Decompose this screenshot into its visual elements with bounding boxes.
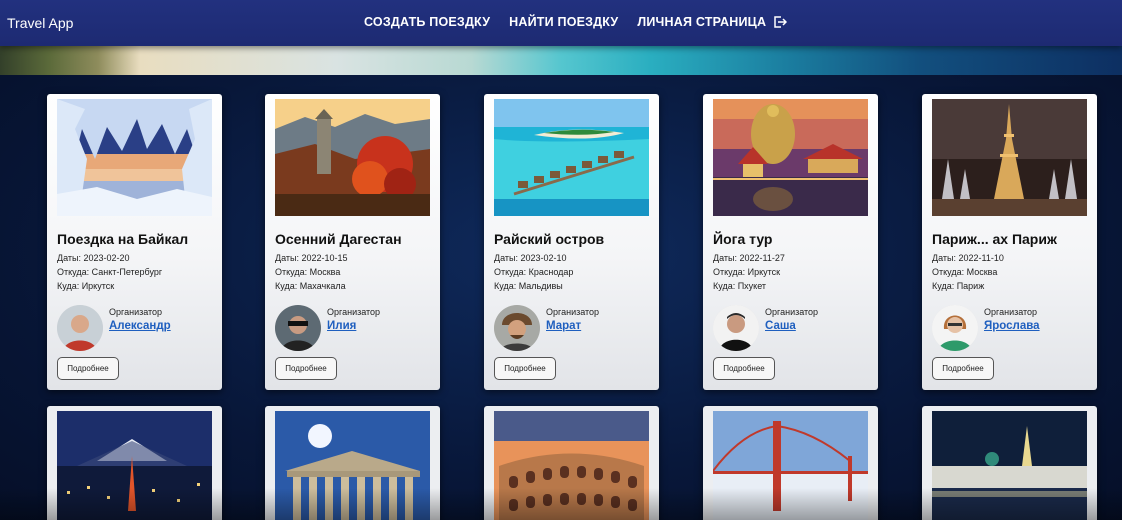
- trip-image-kazan[interactable]: [932, 411, 1087, 520]
- trip-image-tokyo[interactable]: [57, 411, 212, 520]
- trip-image-athens[interactable]: [275, 411, 430, 520]
- nav-create-trip[interactable]: СОЗДАТЬ ПОЕЗДКУ: [364, 15, 490, 29]
- trip-card: [703, 406, 878, 520]
- trip-image-maldives[interactable]: [494, 99, 649, 216]
- organizer-avatar[interactable]: [57, 305, 103, 351]
- trip-title: Йога тур: [713, 231, 773, 247]
- trip-to: Куда: Махачкала: [275, 281, 346, 291]
- organizer-label: Организатор: [109, 307, 163, 317]
- organizer-avatar[interactable]: [713, 305, 759, 351]
- trip-from: Откуда: Иркутск: [713, 267, 781, 277]
- organizer-label: Организатор: [765, 307, 819, 317]
- trip-image-paris[interactable]: [932, 99, 1087, 216]
- hero-banner: [0, 46, 1122, 75]
- trip-title: Райский остров: [494, 231, 605, 247]
- trip-card: Йога тур Даты: 2022-11-27 Откуда: Иркутс…: [703, 94, 878, 390]
- organizer-link[interactable]: Саша: [765, 320, 796, 332]
- nav-find-trip[interactable]: НАЙТИ ПОЕЗДКУ: [509, 15, 618, 29]
- trip-dates: Даты: 2022-11-10: [932, 253, 1004, 263]
- main-nav: СОЗДАТЬ ПОЕЗДКУ НАЙТИ ПОЕЗДКУ ЛИЧНАЯ СТР…: [364, 15, 788, 29]
- nav-personal-page[interactable]: ЛИЧНАЯ СТРАНИЦА: [637, 15, 766, 29]
- trip-card: Райский остров Даты: 2023-02-10 Откуда: …: [484, 94, 659, 390]
- trip-card: [922, 406, 1097, 520]
- trip-card: [47, 406, 222, 520]
- organizer-label: Организатор: [546, 307, 600, 317]
- trip-card: [484, 406, 659, 520]
- organizer-label: Организатор: [984, 307, 1038, 317]
- trip-card: [265, 406, 440, 520]
- trip-image-dagestan[interactable]: [275, 99, 430, 216]
- details-button[interactable]: Подробнее: [494, 357, 556, 380]
- trip-to: Куда: Пхукет: [713, 281, 767, 291]
- organizer-link[interactable]: Марат: [546, 320, 581, 332]
- details-button[interactable]: Подробнее: [57, 357, 119, 380]
- trip-image-rome[interactable]: [494, 411, 649, 520]
- organizer-avatar[interactable]: [932, 305, 978, 351]
- trip-card: Поездка на Байкал Даты: 2023-02-20 Откуд…: [47, 94, 222, 390]
- trip-from: Откуда: Краснодар: [494, 267, 574, 277]
- logout-icon[interactable]: [773, 15, 788, 29]
- trip-dates: Даты: 2023-02-10: [494, 253, 567, 263]
- details-button[interactable]: Подробнее: [713, 357, 775, 380]
- organizer-avatar[interactable]: [494, 305, 540, 351]
- top-navbar: Travel App СОЗДАТЬ ПОЕЗДКУ НАЙТИ ПОЕЗДКУ…: [0, 0, 1122, 46]
- details-button[interactable]: Подробнее: [275, 357, 337, 380]
- organizer-link[interactable]: Александр: [109, 320, 171, 332]
- trip-from: Откуда: Москва: [275, 267, 341, 277]
- trip-to: Куда: Мальдивы: [494, 281, 563, 291]
- trip-title: Париж... ах Париж: [932, 231, 1057, 247]
- trip-dates: Даты: 2022-11-27: [713, 253, 785, 263]
- palm-foliage: [0, 46, 140, 75]
- trip-image-baikal[interactable]: [57, 99, 212, 216]
- trip-image-thailand[interactable]: [713, 99, 868, 216]
- app-brand[interactable]: Travel App: [7, 15, 73, 31]
- organizer-label: Организатор: [327, 307, 381, 317]
- details-button[interactable]: Подробнее: [932, 357, 994, 380]
- trip-from: Откуда: Москва: [932, 267, 998, 277]
- trip-card: Париж... ах Париж Даты: 2022-11-10 Откуд…: [922, 94, 1097, 390]
- trip-dates: Даты: 2022-10-15: [275, 253, 348, 263]
- organizer-link[interactable]: Илия: [327, 320, 356, 332]
- trip-dates: Даты: 2023-02-20: [57, 253, 130, 263]
- organizer-link[interactable]: Ярослава: [984, 320, 1040, 332]
- trip-title: Поездка на Байкал: [57, 231, 189, 247]
- trip-card: Осенний Дагестан Даты: 2022-10-15 Откуда…: [265, 94, 440, 390]
- trip-title: Осенний Дагестан: [275, 231, 402, 247]
- trip-to: Куда: Иркутск: [57, 281, 115, 291]
- trip-to: Куда: Париж: [932, 281, 985, 291]
- organizer-avatar[interactable]: [275, 305, 321, 351]
- trip-image-san-francisco[interactable]: [713, 411, 868, 520]
- trip-from: Откуда: Санкт-Петербург: [57, 267, 163, 277]
